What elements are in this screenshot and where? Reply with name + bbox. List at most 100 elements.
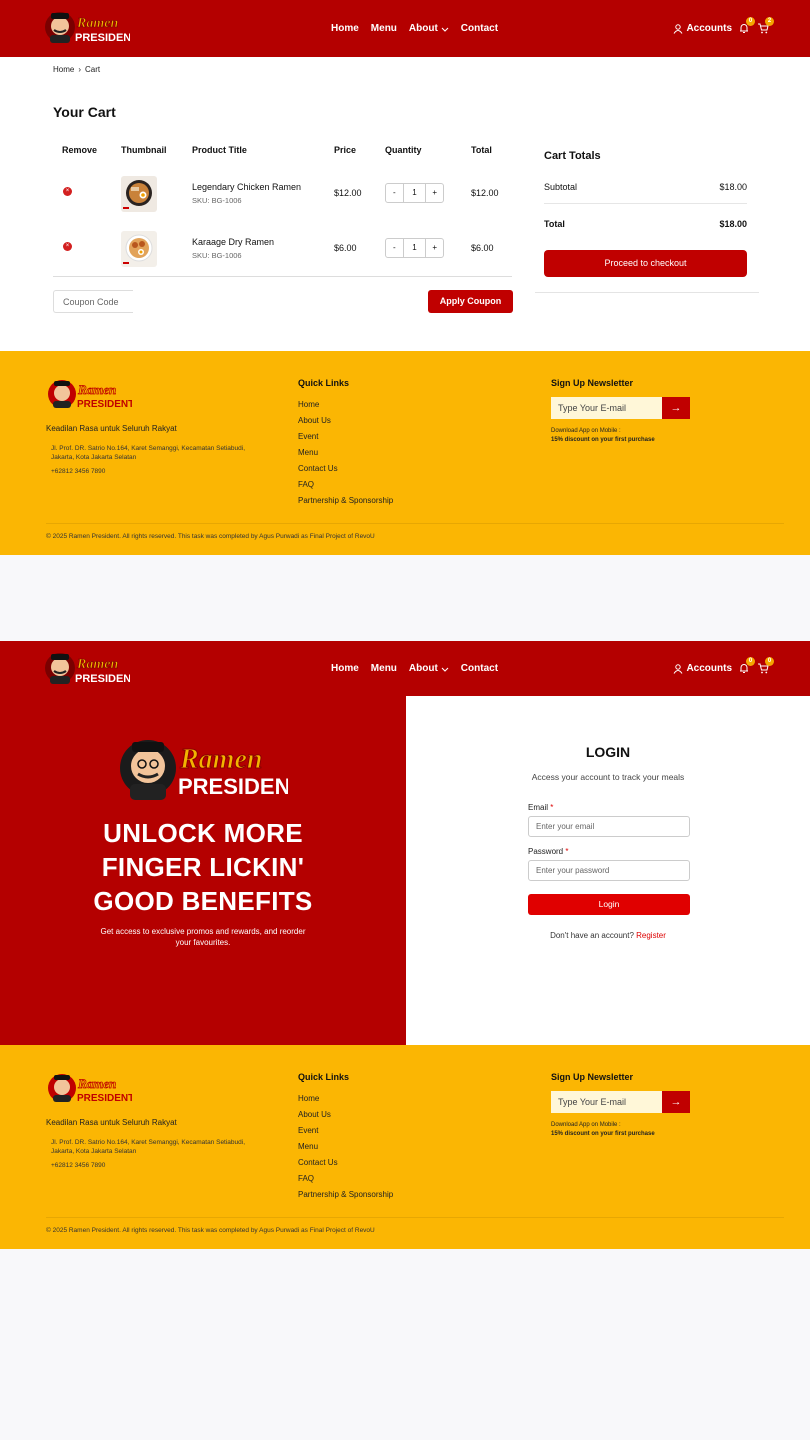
promo-logo: Ramen PRESIDENT — [120, 740, 288, 800]
cart-section: Home › Cart Your Cart Remove Thumbnail Pro… — [0, 57, 810, 351]
quick-link-event[interactable]: Event — [298, 1123, 393, 1139]
quick-link-menu[interactable]: Menu — [298, 445, 393, 461]
brand-logo[interactable]: Ramen PRESIDENT — [44, 649, 130, 687]
newsletter-email-input[interactable]: Type Your E-mail — [551, 1091, 663, 1113]
quick-link-home[interactable]: Home — [298, 397, 393, 413]
quick-link-contact[interactable]: Contact Us — [298, 1155, 393, 1171]
product-thumbnail[interactable] — [121, 231, 157, 267]
newsletter-email-input[interactable]: Type Your E-mail — [551, 397, 663, 419]
nav-menu[interactable]: Menu — [371, 23, 397, 34]
column-header-thumbnail: Thumbnail — [121, 145, 167, 155]
nav-about[interactable]: About — [409, 23, 449, 34]
copyright: © 2025 Ramen President. All rights reser… — [46, 1227, 375, 1234]
required-mark: * — [550, 803, 554, 812]
product-thumbnail[interactable] — [121, 176, 157, 212]
quick-link-contact[interactable]: Contact Us — [298, 461, 393, 477]
footer-phone[interactable]: +62812 3456 7890 — [51, 468, 105, 475]
remove-icon[interactable]: × — [63, 187, 72, 196]
increase-button[interactable]: + — [426, 184, 443, 202]
increase-button[interactable]: + — [426, 239, 443, 257]
nav-home[interactable]: Home — [331, 663, 359, 674]
column-header-price: Price — [334, 145, 357, 155]
brand-logo[interactable]: Ramen PRESIDENT — [44, 8, 130, 46]
user-icon — [674, 663, 683, 674]
svg-text:Ramen: Ramen — [77, 1076, 116, 1091]
column-header-product: Product Title — [192, 145, 247, 155]
discount-line: 15% discount on your first purchase — [551, 1131, 655, 1137]
quick-link-about[interactable]: About Us — [298, 413, 393, 429]
cart-button[interactable]: 0 — [757, 657, 774, 675]
nav-about[interactable]: About — [409, 663, 449, 674]
no-account-text: Don't have an account? — [550, 931, 634, 940]
quick-link-partnership[interactable]: Partnership & Sponsorship — [298, 493, 393, 509]
copyright: © 2025 Ramen President. All rights reser… — [46, 533, 375, 540]
arrow-right-icon: → — [670, 1096, 682, 1108]
svg-text:PRESIDENT: PRESIDENT — [75, 32, 130, 44]
newsletter-submit-button[interactable]: → — [662, 397, 690, 419]
divider — [46, 1217, 784, 1218]
notification-count-badge: 0 — [746, 657, 755, 666]
nav-contact[interactable]: Contact — [461, 23, 498, 34]
cart-totals-panel: Cart Totals Subtotal $18.00 Total $18.00… — [535, 135, 759, 293]
nav-contact[interactable]: Contact — [461, 663, 498, 674]
password-label-text: Password — [528, 847, 564, 856]
svg-text:Ramen: Ramen — [76, 657, 118, 672]
proceed-to-checkout-button[interactable]: Proceed to checkout — [544, 250, 747, 277]
footer-tagline: Keadilan Rasa untuk Seluruh Rakyat — [46, 424, 177, 433]
accounts-link[interactable]: Accounts — [673, 23, 732, 34]
quick-link-faq[interactable]: FAQ — [298, 477, 393, 493]
cart-totals-title: Cart Totals — [544, 150, 601, 162]
promo-subtext: Get access to exclusive promos and rewar… — [100, 927, 306, 947]
table-row: × Karaage Dry Ramen SKU: BG-1006 $6.00 -… — [0, 231, 520, 275]
notifications-button[interactable]: 0 — [738, 657, 755, 675]
subtotal-label: Subtotal — [544, 182, 578, 192]
decrease-button[interactable]: - — [386, 184, 403, 202]
nav-home[interactable]: Home — [331, 23, 359, 34]
quantity-value[interactable]: 1 — [402, 184, 427, 202]
footer-logo[interactable]: Ramen PRESIDENT — [46, 1071, 132, 1105]
footer-phone[interactable]: +62812 3456 7890 — [51, 1162, 105, 1169]
table-row: × Legendary Chicken Ramen SKU: BG-1006 $… — [0, 176, 520, 220]
footer-address: Jl. Prof. DR. Satrio No.164, Karet Seman… — [51, 445, 246, 461]
breadcrumb-home[interactable]: Home — [53, 65, 74, 74]
register-link[interactable]: Register — [636, 931, 666, 940]
apply-coupon-button[interactable]: Apply Coupon — [428, 290, 513, 313]
register-prompt: Don't have an account? Register — [406, 931, 810, 940]
subtotal-value: $18.00 — [719, 182, 747, 192]
quick-links-title: Quick Links — [298, 378, 350, 388]
product-sku: SKU: BG-1006 — [192, 251, 242, 260]
quick-link-about[interactable]: About Us — [298, 1107, 393, 1123]
header-actions: Accounts 0 0 — [673, 641, 774, 696]
coupon-input[interactable]: Coupon Code — [53, 290, 133, 313]
quick-link-partnership[interactable]: Partnership & Sponsorship — [298, 1187, 393, 1203]
quantity-stepper: - 1 + — [385, 238, 444, 258]
promo-headline-line: GOOD BENEFITS — [93, 886, 313, 916]
newsletter-title: Sign Up Newsletter — [551, 378, 634, 388]
download-app-note: Download App on Mobile : 15% discount on… — [551, 1121, 655, 1139]
quick-link-menu[interactable]: Menu — [298, 1139, 393, 1155]
svg-text:Ramen: Ramen — [76, 16, 118, 31]
remove-icon[interactable]: × — [63, 242, 72, 251]
notifications-button[interactable]: 0 — [738, 17, 755, 35]
email-field[interactable]: Enter your email — [528, 816, 690, 837]
quick-link-faq[interactable]: FAQ — [298, 1171, 393, 1187]
site-footer: Ramen PRESIDENT Keadilan Rasa untuk Selu… — [0, 351, 810, 555]
footer-logo[interactable]: Ramen PRESIDENT — [46, 377, 132, 411]
accounts-link[interactable]: Accounts — [673, 663, 732, 674]
divider — [544, 203, 747, 204]
password-field[interactable]: Enter your password — [528, 860, 690, 881]
product-title[interactable]: Karaage Dry Ramen — [192, 237, 274, 247]
quantity-value[interactable]: 1 — [402, 239, 427, 257]
site-header: Ramen PRESIDENT Home Menu About Contact … — [0, 641, 810, 696]
login-button[interactable]: Login — [528, 894, 690, 915]
newsletter-submit-button[interactable]: → — [662, 1091, 690, 1113]
divider — [46, 523, 784, 524]
footer-address: Jl. Prof. DR. Satrio No.164, Karet Seman… — [51, 1139, 246, 1155]
nav-about-label: About — [408, 663, 438, 674]
cart-button[interactable]: 2 — [757, 17, 774, 35]
quick-link-home[interactable]: Home — [298, 1091, 393, 1107]
product-title[interactable]: Legendary Chicken Ramen — [192, 182, 301, 192]
nav-menu[interactable]: Menu — [371, 663, 397, 674]
decrease-button[interactable]: - — [386, 239, 403, 257]
quick-link-event[interactable]: Event — [298, 429, 393, 445]
